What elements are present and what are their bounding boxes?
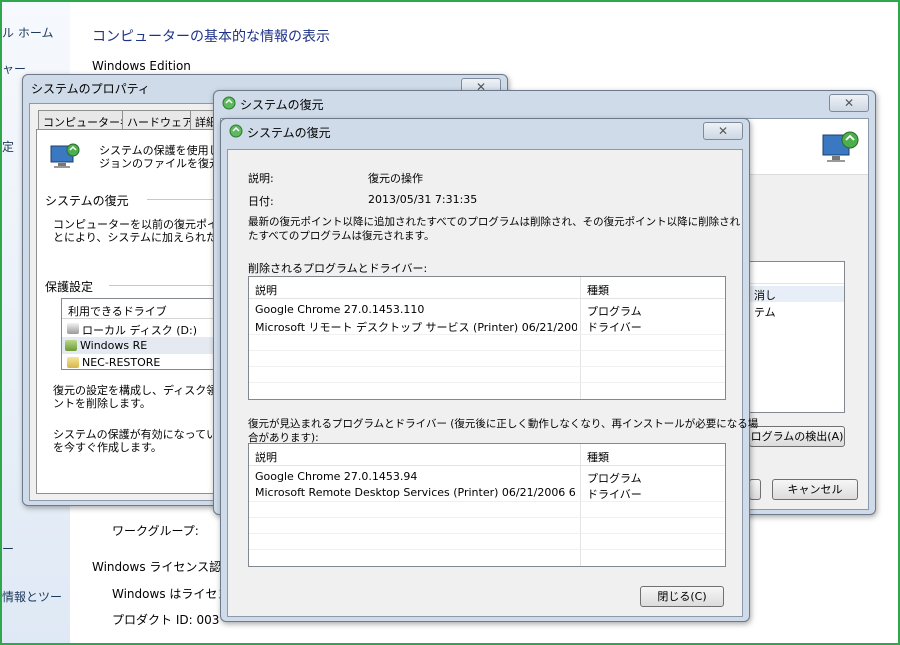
close-button[interactable]: 閉じる(C)	[640, 586, 724, 607]
program-type: ドライバー	[587, 488, 642, 501]
cancel-button[interactable]: キャンセル	[772, 479, 858, 500]
partial-button[interactable]	[749, 479, 761, 500]
license-heading: Windows ライセンス認	[92, 560, 222, 574]
sidebar-link-home[interactable]: ル ホーム	[2, 24, 53, 41]
list-cell: 消し	[754, 289, 776, 302]
product-id: プロダクト ID: 003	[112, 613, 220, 627]
list-cell: テム	[754, 306, 776, 319]
hard-disk-icon	[67, 323, 79, 334]
list-header	[750, 262, 844, 284]
list-header: 説明 種類	[249, 277, 725, 299]
workgroup-label: ワークグループ:	[112, 524, 199, 538]
system-restore-dialog: システムの復元 ✕ 説明: 復元の操作 日付: 2013/05/31 7:31:…	[220, 118, 758, 622]
list-item[interactable]: NEC-RESTORE	[64, 354, 164, 371]
program-name: Google Chrome 27.0.1453.110	[255, 303, 425, 316]
program-type: プログラム	[587, 305, 642, 318]
restore-message-line-2: たすべてのプログラムは復元されます。	[248, 230, 435, 242]
sidebar-link-5[interactable]: 情報とツー	[2, 588, 62, 605]
restore-section-heading: システムの復元	[45, 194, 129, 208]
program-type: プログラム	[587, 472, 642, 485]
system-protection-panel: システムの保護を使用し ジョンのファイルを復元で システムの復元 コンピューター…	[36, 129, 240, 494]
drives-list-header[interactable]: 利用できるドライブ	[62, 299, 236, 319]
grid-line	[249, 350, 725, 351]
table-row[interactable]: Microsoft Remote Desktop Services (Print…	[249, 485, 725, 501]
restore-back-title: システムの復元	[240, 98, 324, 112]
drive-label: NEC-RESTORE	[82, 356, 161, 369]
close-icon[interactable]: ✕	[829, 94, 869, 112]
enabled-text-2: を今すぐ作成します。	[53, 441, 162, 454]
restore-dialog-body: 説明: 復元の操作 日付: 2013/05/31 7:31:35 最新の復元ポイ…	[227, 149, 758, 617]
list-header: 説明 種類	[249, 444, 725, 466]
date-label: 日付:	[248, 195, 274, 208]
list-item[interactable]: 消し	[750, 286, 844, 302]
tab-hardware[interactable]: ハードウェア	[122, 110, 198, 130]
restore-icon	[222, 96, 236, 110]
drive-icon	[65, 340, 77, 351]
column-header-description[interactable]: 説明	[255, 449, 277, 465]
date-value: 2013/05/31 7:31:35	[368, 193, 478, 206]
folder-icon	[67, 357, 79, 368]
list-item[interactable]: ローカル ディスク (D:)	[64, 320, 201, 337]
license-text: Windows はライセン	[112, 587, 230, 601]
program-name: Google Chrome 27.0.1453.94	[255, 470, 418, 483]
restore-points-list[interactable]: 消し テム	[749, 261, 845, 413]
drive-label: ローカル ディスク (D:)	[82, 324, 197, 337]
grid-line	[249, 517, 725, 518]
deleted-programs-list[interactable]: 説明 種類 Google Chrome 27.0.1453.110 プログラム …	[248, 276, 726, 400]
restore-text-2: とにより、システムに加えられた変更	[53, 231, 240, 244]
restore-dialog-title: システムの復元	[247, 126, 331, 140]
restored-programs-list[interactable]: 説明 種類 Google Chrome 27.0.1453.94 プログラム M…	[248, 443, 726, 567]
program-name: Microsoft Remote Desktop Services (Print…	[255, 486, 577, 499]
system-protection-icon	[49, 142, 81, 170]
page-title: コンピューターの基本的な情報の表示	[92, 29, 330, 45]
restored-programs-heading-1: 復元が見込まれるプログラムとドライバー (復元後に正しく動作しなくなり、再インス…	[248, 418, 759, 430]
sidebar-link-4[interactable]: ー	[2, 540, 14, 557]
protection-settings-heading: 保護設定	[45, 280, 94, 294]
sidebar-link-3[interactable]: 定	[2, 138, 14, 155]
deleted-programs-heading: 削除されるプログラムとドライバー:	[248, 262, 428, 275]
program-type: ドライバー	[587, 321, 642, 334]
grid-line	[249, 549, 725, 550]
column-header-type[interactable]: 種類	[587, 449, 609, 465]
grid-line	[249, 533, 725, 534]
list-item[interactable]: Windows RE	[62, 337, 236, 354]
column-header-type[interactable]: 種類	[587, 282, 609, 298]
grid-line	[249, 366, 725, 367]
restore-dialog-titlebar[interactable]: システムの復元 ✕	[221, 119, 749, 143]
windows-edition-heading: Windows Edition	[92, 59, 191, 73]
drives-list[interactable]: 利用できるドライブ ローカル ディスク (D:) Windows RE NEC-…	[61, 298, 237, 370]
description-value: 復元の操作	[368, 172, 423, 185]
grid-line	[249, 334, 725, 335]
table-row[interactable]: Google Chrome 27.0.1453.94 プログラム	[249, 469, 725, 485]
restore-message-line-1: 最新の復元ポイント以降に追加されたすべてのプログラムは削除され、その復元ポイント…	[248, 216, 741, 228]
column-separator	[580, 277, 581, 399]
detect-affected-programs-button[interactable]: ログラムの検出(A)	[749, 426, 845, 447]
restore-icon	[229, 124, 243, 138]
grid-line	[249, 382, 725, 383]
program-name: Microsoft リモート デスクトップ サービス (Printer) 06/…	[255, 321, 577, 334]
grid-line	[249, 501, 725, 502]
system-properties-title: システムのプロパティ	[31, 82, 150, 96]
table-row[interactable]: Google Chrome 27.0.1453.110 プログラム	[249, 302, 725, 318]
system-restore-large-icon	[820, 129, 860, 165]
description-label: 説明:	[248, 172, 274, 185]
table-row[interactable]: Microsoft リモート デスクトップ サービス (Printer) 06/…	[249, 318, 725, 334]
restore-back-titlebar[interactable]: システムの復元 ✕	[214, 91, 875, 115]
column-separator	[580, 444, 581, 566]
list-item[interactable]: テム	[750, 303, 844, 319]
config-text-2: ントを削除します。	[53, 397, 151, 410]
close-icon[interactable]: ✕	[703, 122, 743, 140]
drive-label: Windows RE	[80, 339, 148, 352]
column-header-description[interactable]: 説明	[255, 282, 277, 298]
protect-text-2: ジョンのファイルを復元で	[99, 157, 231, 170]
